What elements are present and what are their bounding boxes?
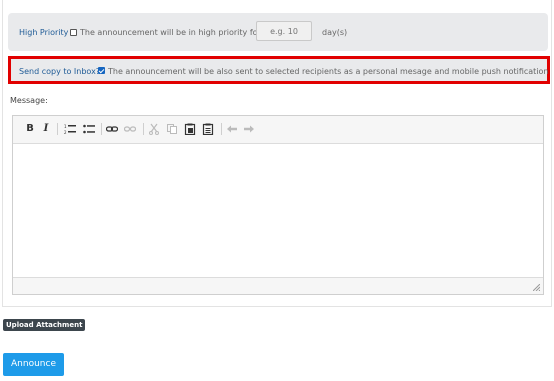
high-priority-label[interactable]: High Priority: [19, 28, 68, 37]
svg-text:2: 2: [64, 130, 67, 135]
cut-icon[interactable]: [147, 122, 161, 136]
italic-button[interactable]: I: [40, 122, 52, 136]
send-to-inbox-description: The announcement will be also sent to se…: [108, 67, 549, 76]
message-content-area[interactable]: [13, 144, 543, 278]
numbered-list-icon[interactable]: 12: [63, 122, 77, 136]
bulleted-list-icon[interactable]: [82, 122, 96, 136]
send-to-inbox-checkbox[interactable]: [98, 67, 105, 74]
toolbar-separator: [101, 123, 102, 135]
editor-statusbar: [13, 277, 543, 294]
copy-icon[interactable]: [165, 122, 179, 136]
days-unit-label: day(s): [322, 28, 348, 37]
unlink-icon[interactable]: [123, 122, 137, 136]
toolbar-separator: [57, 123, 58, 135]
undo-icon[interactable]: [225, 122, 239, 136]
upload-attachment-button[interactable]: Upload Attachment: [3, 319, 86, 331]
toolbar-separator: [221, 123, 222, 135]
high-priority-description: The announcement will be in high priorit…: [80, 28, 261, 37]
toolbar-separator: [143, 123, 144, 135]
message-label: Message:: [10, 96, 48, 105]
bold-button[interactable]: B: [24, 122, 36, 136]
paste-icon[interactable]: [183, 122, 197, 136]
svg-text:1: 1: [64, 124, 67, 129]
high-priority-checkbox[interactable]: [70, 29, 77, 36]
redo-icon[interactable]: [242, 122, 256, 136]
announce-button[interactable]: Announce: [3, 353, 64, 376]
message-editor: B I 12: [12, 115, 544, 295]
paste-text-icon[interactable]: [201, 122, 215, 136]
send-to-inbox-label[interactable]: Send copy to Inbox?: [19, 67, 100, 76]
link-icon[interactable]: [105, 122, 119, 136]
priority-days-input[interactable]: [256, 21, 312, 41]
editor-toolbar: B I 12: [13, 116, 543, 144]
resize-handle-icon[interactable]: [532, 283, 541, 292]
